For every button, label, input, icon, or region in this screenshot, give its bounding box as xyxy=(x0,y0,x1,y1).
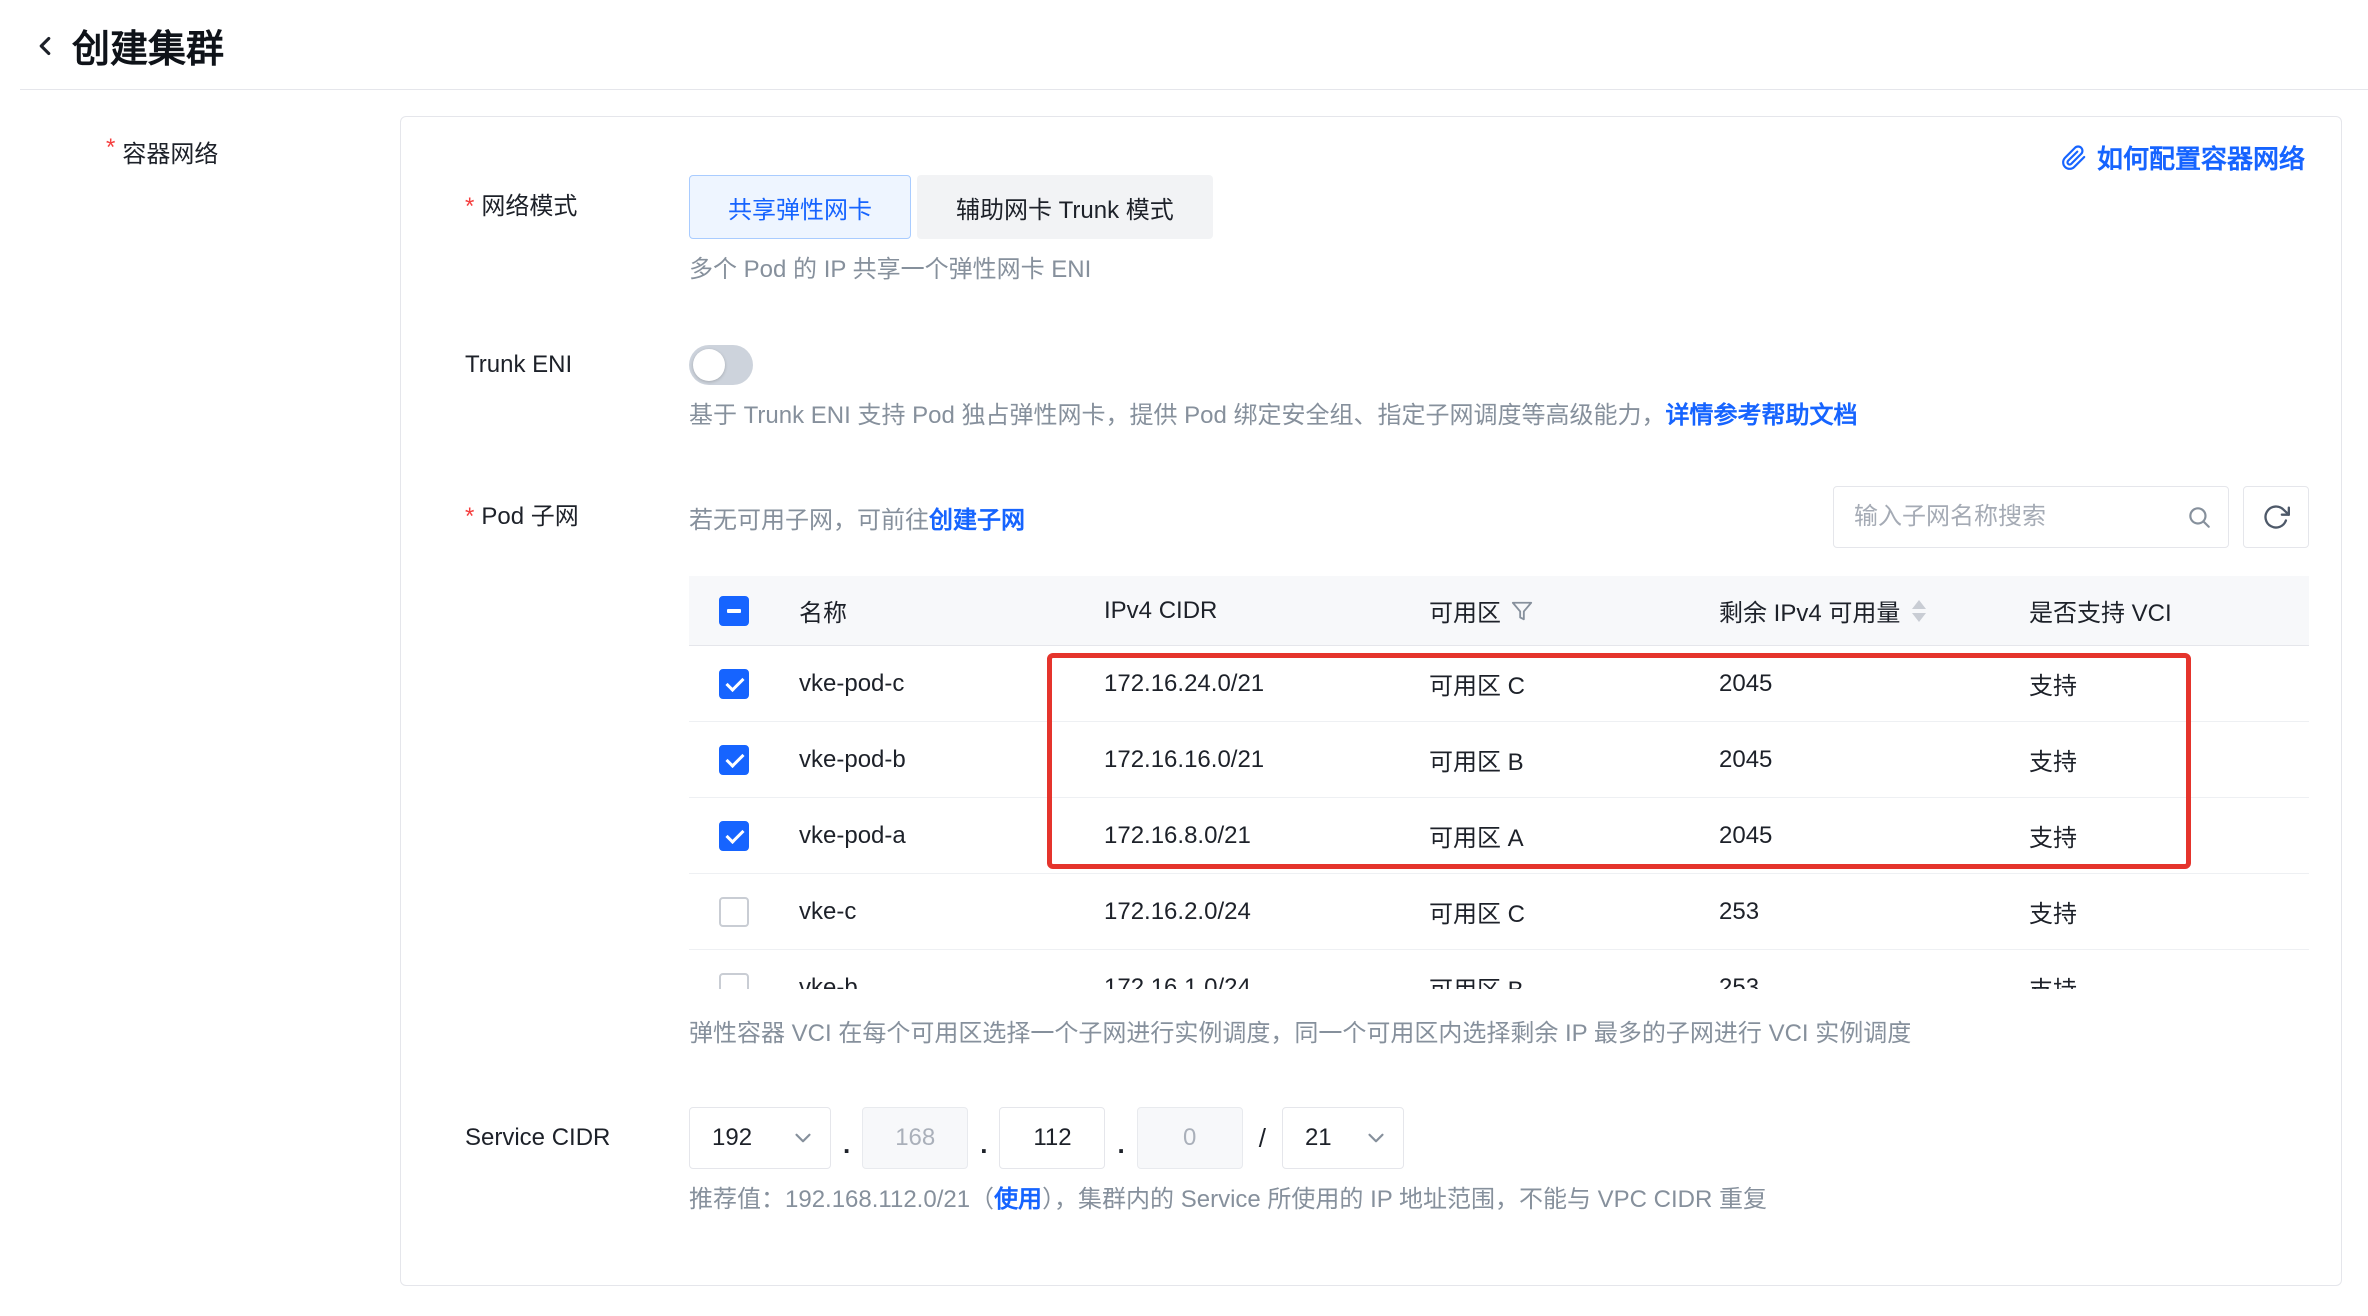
cell-vci: 支持 xyxy=(2009,970,2309,989)
table-row: vke-c 172.16.2.0/24 可用区 C 253 支持 xyxy=(689,874,2309,950)
search-icon[interactable] xyxy=(2186,504,2212,530)
subnet-table-body: vke-pod-c 172.16.24.0/21 可用区 C 2045 支持 v… xyxy=(689,646,2309,989)
cidr-dot-separator: . xyxy=(843,1119,850,1169)
pod-subnet-hint: 若无可用子网，可前往创建子网 xyxy=(689,500,1025,535)
network-mode-label: * 网络模式 xyxy=(401,175,689,239)
table-row: vke-pod-c 172.16.24.0/21 可用区 C 2045 支持 xyxy=(689,646,2309,722)
table-row: vke-pod-a 172.16.8.0/21 可用区 A 2045 支持 xyxy=(689,798,2309,874)
configure-network-help-link[interactable]: 如何配置容器网络 xyxy=(2061,139,2305,176)
cidr-mask-select[interactable]: 21 xyxy=(1282,1107,1404,1169)
column-header-az: 可用区 xyxy=(1409,593,1699,628)
required-asterisk: * xyxy=(106,134,115,169)
cell-name: vke-pod-b xyxy=(779,746,1084,774)
row-checkbox[interactable] xyxy=(719,821,749,851)
cell-cidr: 172.16.1.0/24 xyxy=(1084,974,1409,990)
cell-az: 可用区 C xyxy=(1409,666,1699,701)
pod-subnet-label: * Pod 子网 xyxy=(401,486,689,548)
row-checkbox[interactable] xyxy=(719,973,749,990)
container-network-label: * 容器网络 xyxy=(0,116,400,169)
subnet-table: 名称 IPv4 CIDR 可用区 剩余 IPv4 可用量 是否支持 xyxy=(689,576,2309,989)
cell-cidr: 172.16.16.0/21 xyxy=(1084,746,1409,774)
trunk-eni-doc-link[interactable]: 详情参考帮助文档 xyxy=(1666,402,1858,429)
row-checkbox[interactable] xyxy=(719,669,749,699)
cell-cidr: 172.16.24.0/21 xyxy=(1084,670,1409,698)
mode-option-trunk[interactable]: 辅助网卡 Trunk 模式 xyxy=(917,175,1213,239)
cell-name: vke-pod-c xyxy=(779,670,1084,698)
row-checkbox[interactable] xyxy=(719,897,749,927)
cidr-dot-separator: . xyxy=(980,1119,987,1169)
column-header-name: 名称 xyxy=(779,593,1084,628)
subnet-search-box xyxy=(1833,486,2229,548)
cell-az: 可用区 B xyxy=(1409,742,1699,777)
table-row: vke-pod-b 172.16.16.0/21 可用区 B 2045 支持 xyxy=(689,722,2309,798)
chevron-down-icon xyxy=(1363,1125,1389,1151)
required-asterisk: * xyxy=(465,175,474,239)
cell-az: 可用区 A xyxy=(1409,818,1699,853)
network-mode-group: 共享弹性网卡 辅助网卡 Trunk 模式 xyxy=(689,175,2309,239)
refresh-icon xyxy=(2262,503,2290,531)
cell-remaining: 253 xyxy=(1699,898,2009,926)
cidr-octet3-field[interactable]: 112 xyxy=(999,1107,1105,1169)
cell-remaining: 2045 xyxy=(1699,822,2009,850)
service-cidr-hint: 推荐值：192.168.112.0/21（使用），集群内的 Service 所使… xyxy=(689,1185,2309,1215)
use-recommended-link[interactable]: 使用 xyxy=(994,1186,1042,1213)
cell-vci: 支持 xyxy=(2009,818,2309,853)
paperclip-icon xyxy=(2061,145,2087,171)
select-all-checkbox[interactable] xyxy=(719,596,749,626)
trunk-eni-label: Trunk ENI xyxy=(401,345,689,385)
trunk-eni-row: Trunk ENI 基于 Trunk ENI 支持 Pod 独占弹性网卡，提供 … xyxy=(401,345,2341,431)
network-mode-hint: 多个 Pod 的 IP 共享一个弹性网卡 ENI xyxy=(689,255,2309,285)
cell-vci: 支持 xyxy=(2009,742,2309,777)
chevron-left-icon xyxy=(30,31,60,61)
column-header-vci: 是否支持 VCI xyxy=(2009,593,2309,628)
help-link-label: 如何配置容器网络 xyxy=(2097,139,2305,176)
page-header: 创建集群 xyxy=(0,0,2368,89)
mode-option-shared-eni[interactable]: 共享弹性网卡 xyxy=(689,175,911,239)
cell-cidr: 172.16.8.0/21 xyxy=(1084,822,1409,850)
cell-vci: 支持 xyxy=(2009,894,2309,929)
page-title: 创建集群 xyxy=(72,18,224,73)
cell-remaining: 2045 xyxy=(1699,670,2009,698)
cidr-octet2-field: 168 xyxy=(862,1107,968,1169)
header-divider xyxy=(20,89,2368,90)
cell-name: vke-pod-a xyxy=(779,822,1084,850)
cell-vci: 支持 xyxy=(2009,666,2309,701)
pod-subnet-row: * Pod 子网 若无可用子网，可前往创建子网 xyxy=(401,486,2341,1049)
service-cidr-label: Service CIDR xyxy=(401,1107,689,1169)
vci-scheduling-footnote: 弹性容器 VCI 在每个可用区选择一个子网进行实例调度，同一个可用区内选择剩余 … xyxy=(689,1019,2309,1049)
table-row: vke-b 172.16.1.0/24 可用区 B 253 支持 xyxy=(689,950,2309,989)
back-button[interactable] xyxy=(30,31,60,61)
cidr-octet1-select[interactable]: 192 xyxy=(689,1107,831,1169)
cell-az: 可用区 C xyxy=(1409,894,1699,929)
column-header-remaining: 剩余 IPv4 可用量 xyxy=(1699,593,2009,628)
cell-name: vke-c xyxy=(779,898,1084,926)
sort-icon[interactable] xyxy=(1912,600,1926,622)
create-subnet-link[interactable]: 创建子网 xyxy=(929,507,1025,534)
trunk-eni-hint: 基于 Trunk ENI 支持 Pod 独占弹性网卡，提供 Pod 绑定安全组、… xyxy=(689,401,2309,431)
container-network-label-text: 容器网络 xyxy=(122,134,218,169)
cell-remaining: 253 xyxy=(1699,974,2009,990)
cidr-slash-separator: / xyxy=(1259,1123,1266,1154)
subnet-table-header: 名称 IPv4 CIDR 可用区 剩余 IPv4 可用量 是否支持 xyxy=(689,576,2309,646)
chevron-down-icon xyxy=(790,1125,816,1151)
cell-name: vke-b xyxy=(779,974,1084,990)
required-asterisk: * xyxy=(465,486,474,548)
container-network-card: 如何配置容器网络 * 网络模式 共享弹性网卡 辅助网卡 Trunk 模式 多个 … xyxy=(400,116,2342,1286)
network-mode-row: * 网络模式 共享弹性网卡 辅助网卡 Trunk 模式 多个 Pod 的 IP … xyxy=(401,175,2341,285)
cell-cidr: 172.16.2.0/24 xyxy=(1084,898,1409,926)
cidr-octet4-field: 0 xyxy=(1137,1107,1243,1169)
refresh-button[interactable] xyxy=(2243,486,2309,548)
trunk-eni-toggle[interactable] xyxy=(689,345,753,385)
cidr-dot-separator: . xyxy=(1117,1119,1124,1169)
row-checkbox[interactable] xyxy=(719,745,749,775)
service-cidr-row: Service CIDR 192 . 168 . 112 . 0 xyxy=(401,1107,2341,1215)
service-cidr-inputs: 192 . 168 . 112 . 0 / 21 xyxy=(689,1107,2309,1169)
column-header-cidr: IPv4 CIDR xyxy=(1084,597,1409,625)
filter-icon[interactable] xyxy=(1511,600,1533,622)
cell-remaining: 2045 xyxy=(1699,746,2009,774)
cell-az: 可用区 B xyxy=(1409,970,1699,989)
subnet-search-input[interactable] xyxy=(1854,503,2186,531)
